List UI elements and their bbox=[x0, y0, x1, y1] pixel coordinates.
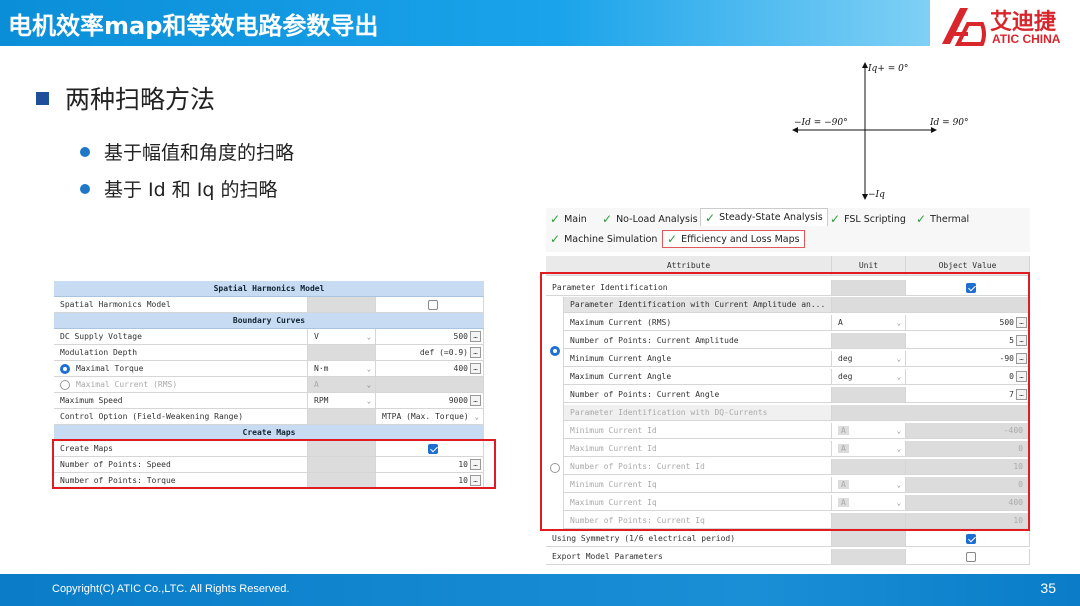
chevron-down-icon: ⌄ bbox=[366, 364, 371, 373]
tab-no-load-analysis[interactable]: ✓ No-Load Analysis bbox=[598, 210, 702, 228]
sub-bullet-text: 基于幅值和角度的扫略 bbox=[104, 142, 295, 164]
tab-steady-state-analysis[interactable]: ✓ Steady-State Analysis bbox=[700, 208, 828, 226]
highlight-box bbox=[52, 439, 496, 489]
chevron-down-icon: ⌄ bbox=[366, 380, 371, 389]
row-label: Spatial Harmonics Model bbox=[54, 297, 308, 312]
unit-cell bbox=[832, 549, 906, 564]
unit-cell bbox=[308, 297, 376, 312]
value-cell[interactable]: 500… bbox=[376, 329, 484, 344]
check-icon: ✓ bbox=[830, 212, 841, 226]
table-row: Control Option (Field-Weakening Range) M… bbox=[54, 409, 484, 425]
table-row: Maximal Current (RMS) A ⌄ bbox=[54, 377, 484, 393]
value-cell[interactable]: 9000… bbox=[376, 393, 484, 408]
check-icon: ✓ bbox=[916, 212, 927, 226]
chevron-down-icon: ⌄ bbox=[474, 412, 479, 421]
axis-label-top: Iq+ = 0° bbox=[868, 64, 909, 74]
dot-bullet-icon bbox=[80, 146, 90, 157]
table-row: Maximal Torque N·m ⌄ 400… bbox=[54, 361, 484, 377]
ellipsis-button[interactable]: … bbox=[470, 347, 481, 358]
tab-efficiency-and-loss-maps[interactable]: ✓ Efficiency and Loss Maps bbox=[662, 230, 805, 248]
table-row: DC Supply Voltage V ⌄ 500… bbox=[54, 329, 484, 345]
axis-lines bbox=[792, 62, 937, 200]
row-label: Control Option (Field-Weakening Range) bbox=[54, 409, 308, 424]
unit-cell bbox=[308, 409, 376, 424]
axis-label-left: −Id = −90° bbox=[794, 118, 848, 128]
main-bullet-text: 两种扫略方法 bbox=[65, 85, 216, 114]
slide-header: 电机效率map和等效电路参数导出 艾迪捷 ATIC CHINA bbox=[0, 0, 1080, 50]
logo-text-en: ATIC CHINA bbox=[992, 32, 1061, 46]
section-header: Spatial Harmonics Model bbox=[54, 281, 484, 297]
chevron-down-icon: ⌄ bbox=[366, 332, 371, 341]
ellipsis-button[interactable]: … bbox=[470, 331, 481, 342]
value-cell bbox=[376, 377, 484, 392]
header-bar: 电机效率map和等效电路参数导出 bbox=[0, 0, 930, 46]
radio-button[interactable] bbox=[60, 363, 70, 374]
value-cell bbox=[906, 531, 1030, 546]
row-label: Modulation Depth bbox=[54, 345, 308, 360]
unit-select[interactable]: RPM ⌄ bbox=[308, 393, 376, 408]
table-row: Spatial Harmonics Model bbox=[54, 297, 484, 313]
slide-footer: Copyright(C) ATIC Co.,LTC. All Rights Re… bbox=[0, 574, 1080, 606]
axis-label-bottom: −Iq bbox=[868, 190, 885, 200]
square-bullet-icon bbox=[36, 91, 49, 105]
page-title: 电机效率map和等效电路参数导出 bbox=[8, 12, 379, 40]
copyright-text: Copyright(C) ATIC Co.,LTC. All Rights Re… bbox=[52, 583, 290, 595]
control-option-select[interactable]: MTPA (Max. Torque) ⌄ bbox=[376, 409, 484, 424]
table-row: Export Model Parameters bbox=[546, 549, 1030, 565]
row-label: Maximal Torque bbox=[54, 361, 308, 376]
unit-select: A ⌄ bbox=[308, 377, 376, 392]
ellipsis-button[interactable]: … bbox=[470, 363, 481, 374]
tab-fsl-scripting[interactable]: ✓ FSL Scripting bbox=[826, 210, 910, 228]
row-label: Maximal Current (RMS) bbox=[54, 377, 308, 392]
table-row: Using Symmetry (1/6 electrical period) bbox=[546, 531, 1030, 547]
checkbox[interactable] bbox=[965, 533, 976, 544]
axis-label-right: Id = 90° bbox=[930, 118, 969, 128]
company-logo: 艾迪捷 ATIC CHINA bbox=[938, 4, 1078, 48]
check-icon: ✓ bbox=[602, 212, 613, 226]
sub-bullet: 基于 Id 和 Iq 的扫略 bbox=[80, 175, 278, 202]
row-label: Maximum Speed bbox=[54, 393, 308, 408]
chevron-down-icon: ⌄ bbox=[366, 396, 371, 405]
tab-thermal[interactable]: ✓ Thermal bbox=[912, 210, 973, 228]
check-icon: ✓ bbox=[705, 210, 716, 225]
check-icon: ✓ bbox=[550, 212, 561, 226]
row-label: Using Symmetry (1/6 electrical period) bbox=[546, 531, 832, 546]
checkbox[interactable] bbox=[427, 299, 438, 310]
unit-cell bbox=[308, 345, 376, 360]
value-cell bbox=[376, 297, 484, 312]
ellipsis-button[interactable]: … bbox=[470, 395, 481, 406]
table-row: Maximum Speed RPM ⌄ 9000… bbox=[54, 393, 484, 409]
table-row: Modulation Depth def (=0.9)… bbox=[54, 345, 484, 361]
unit-select[interactable]: N·m ⌄ bbox=[308, 361, 376, 376]
logo-mark-icon bbox=[942, 8, 986, 46]
checkbox[interactable] bbox=[965, 551, 976, 562]
check-icon: ✓ bbox=[550, 232, 561, 246]
current-axis-diagram: Iq+ = 0° −Id = −90° Id = 90° −Iq bbox=[790, 60, 990, 205]
analysis-tabs: ✓ Main ✓ No-Load Analysis ✓ Steady-State An… bbox=[546, 208, 1030, 252]
tab-machine-simulation[interactable]: ✓ Machine Simulation bbox=[546, 230, 661, 248]
value-cell[interactable]: def (=0.9)… bbox=[376, 345, 484, 360]
row-label: Export Model Parameters bbox=[546, 549, 832, 564]
section-header: Boundary Curves bbox=[54, 313, 484, 329]
unit-select[interactable]: V ⌄ bbox=[308, 329, 376, 344]
sub-bullet: 基于幅值和角度的扫略 bbox=[80, 138, 294, 165]
check-icon: ✓ bbox=[667, 232, 678, 246]
page-number: 35 bbox=[1040, 580, 1056, 596]
unit-cell bbox=[832, 531, 906, 546]
tab-main[interactable]: ✓ Main bbox=[546, 210, 591, 228]
radio-button[interactable] bbox=[60, 379, 70, 390]
main-bullet: 两种扫略方法 bbox=[36, 80, 215, 116]
sub-bullet-text: 基于 Id 和 Iq 的扫略 bbox=[104, 179, 278, 201]
value-cell bbox=[906, 549, 1030, 564]
dot-bullet-icon bbox=[80, 183, 90, 194]
highlight-box bbox=[540, 272, 1030, 531]
row-label: DC Supply Voltage bbox=[54, 329, 308, 344]
value-cell[interactable]: 400… bbox=[376, 361, 484, 376]
